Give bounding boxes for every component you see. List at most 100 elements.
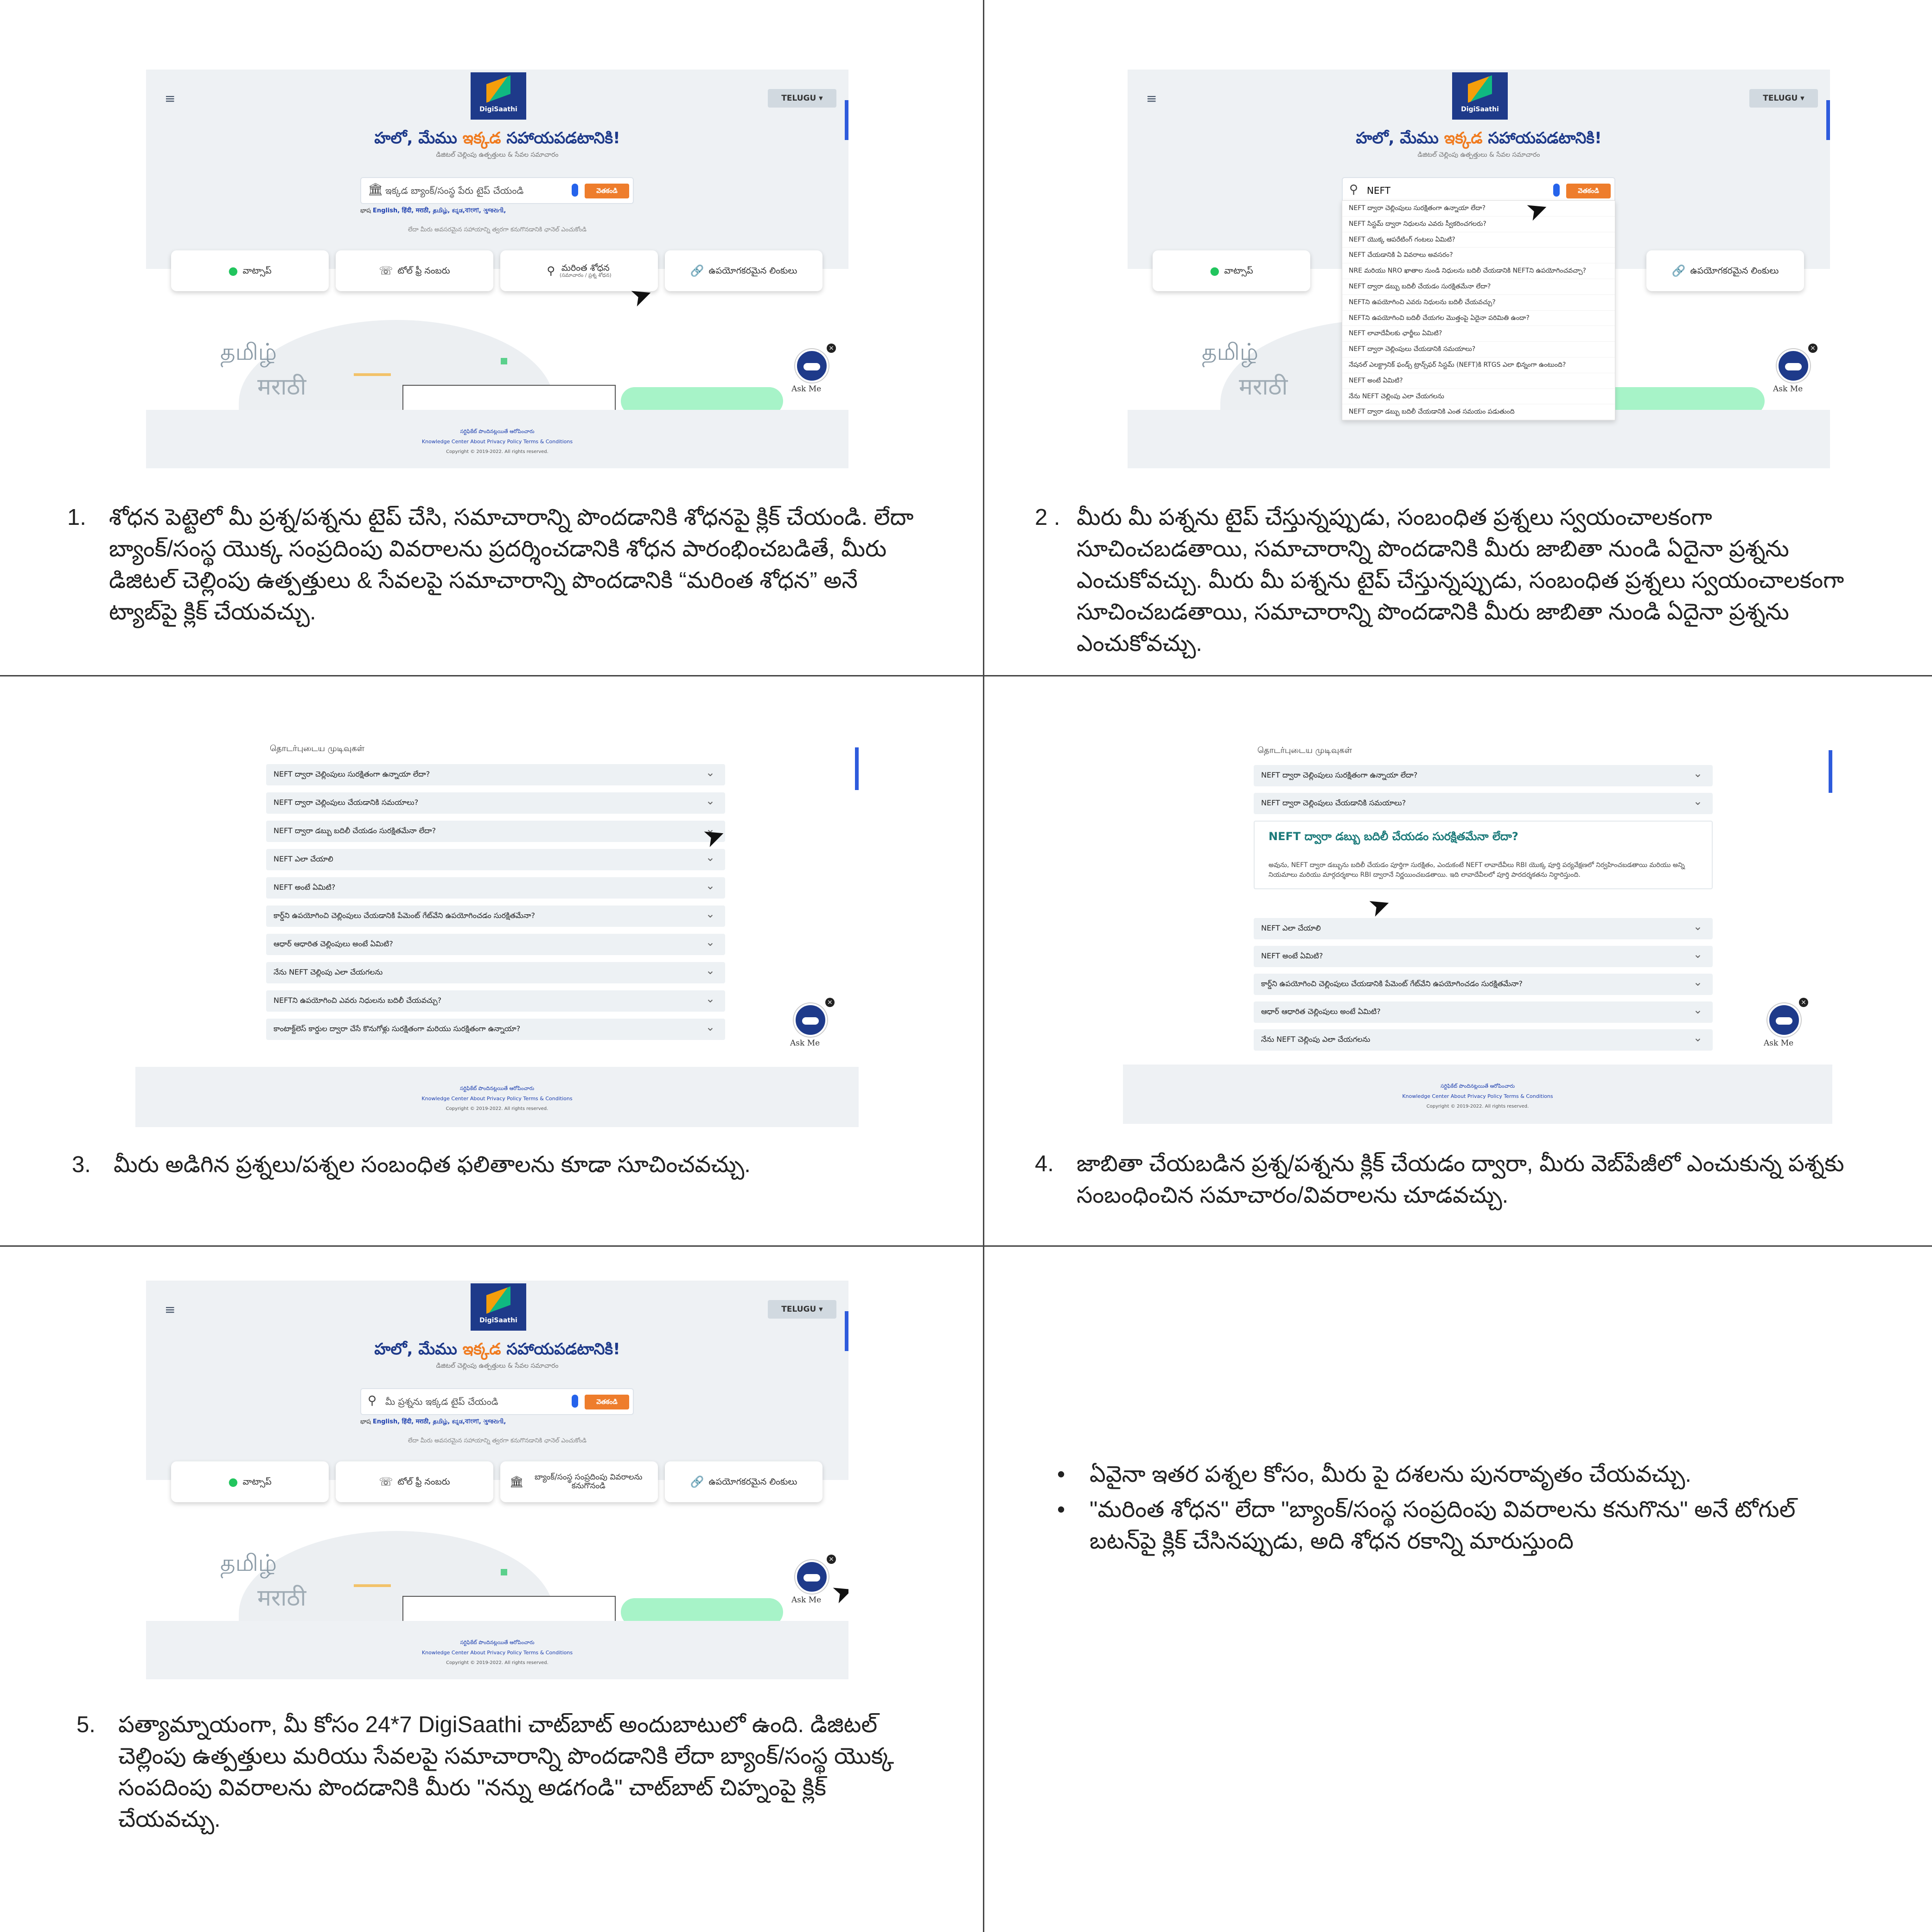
link-icon: 🔗 — [690, 1475, 704, 1488]
scrollbar[interactable] — [845, 1311, 848, 1351]
footer: సర్టిఫికేట్ పొందినట్లయితే ఆరోపించారు Know… — [146, 410, 848, 468]
faq-item[interactable]: ఆధార్ ఆధారిత చెల్లింపులు అంటే ఏమిటి? — [266, 934, 725, 955]
suggestion-item[interactable]: నేషనల్ ఎలక్ట్రానిక్ ఫండ్స్ ట్రాన్స్‌ఫర్ … — [1342, 357, 1615, 373]
faq-item[interactable]: కార్డ్‌ని ఉపయోగించి చెల్లింపులు చేయడానిక… — [1254, 974, 1713, 995]
faq-item[interactable]: NEFT అంటే ఏమిటి? — [1254, 946, 1713, 967]
hero-subtitle: డిజిటల్ చెల్లింపు ఉత్పత్తులు & సేవల సమాచ… — [1417, 151, 1540, 159]
useful-links-button[interactable]: 🔗 ఉపయోగకరమైన లింకులు — [665, 1461, 823, 1502]
menu-icon[interactable]: ≡ — [1146, 91, 1157, 106]
faq-item[interactable]: నేను NEFT చెల్లింపు ఎలా చేయగలను — [266, 962, 725, 983]
search-button[interactable]: వెతకండి — [1566, 184, 1611, 198]
notes-list: • ఏవైనా ఇతర పశ్నల కోసం, మీరు పై దశలను పున… — [1057, 1459, 1813, 1557]
faq-item[interactable]: NEFT ఎలా చేయాలి — [266, 849, 725, 870]
faq-item[interactable]: NEFT ద్వారా డబ్బు బదిలీ చేయడం సురక్షితమే… — [266, 821, 725, 842]
tollfree-button[interactable]: ☏ టోల్ ఫ్రీ నంబరు — [336, 1461, 493, 1502]
suggestion-item[interactable]: NEFTని ఉపయోగించి బదిలీ చేయగల మొత్తంపై ఏద… — [1342, 311, 1615, 326]
digisaathi-logo: DigiSaathi — [471, 1283, 526, 1331]
search-input[interactable]: ఇక్కడ బ్యాంక్/సంస్థ పేరు టైప్ చేయండి — [385, 185, 523, 198]
search-input[interactable]: NEFT — [1367, 185, 1390, 196]
search-input[interactable]: మీ ప్రశ్నను ఇక్కడ టైప్ చేయండి — [385, 1396, 498, 1409]
search-button[interactable]: వెతకండి — [585, 1395, 629, 1409]
faq-item[interactable]: NEFTని ఉపయోగించి ఎవరు నిధులను బదిలీ చేయవ… — [266, 990, 725, 1012]
note-item: • ఏవైనా ఇతర పశ్నల కోసం, మీరు పై దశలను పున… — [1057, 1462, 1691, 1487]
scrollbar[interactable] — [845, 100, 848, 140]
suggestion-item[interactable]: NEFT సిస్టమ్ ద్వారా నిధులను ఎవరు స్వీకరి… — [1342, 217, 1615, 232]
footer-links[interactable]: Knowledge Center About Privacy Policy Te… — [1123, 1091, 1832, 1102]
microphone-icon[interactable] — [1553, 184, 1560, 197]
suggestion-item[interactable]: నేను NEFT చెల్లింపు ఎలా చేయగలను — [1342, 389, 1615, 405]
hero-title: హలో, మేము ఇక్కడ సహాయపడటానికి! — [374, 1340, 620, 1358]
suggestion-dropdown[interactable]: NEFT ద్వారా చెల్లింపులు సురక్షితంగా ఉన్న… — [1342, 200, 1615, 421]
scrollbar[interactable] — [1829, 750, 1832, 793]
footer-links[interactable]: Knowledge Center About Privacy Policy Te… — [146, 437, 848, 447]
ask-me-chatbot[interactable]: × Ask Me — [784, 998, 835, 1051]
faq-item-expanded[interactable]: NEFT ద్వారా డబ్బు బదిలీ చేయడం సురక్షితమే… — [1254, 821, 1713, 889]
faq-item[interactable]: NEFT ద్వారా చెల్లింపులు సురక్షితంగా ఉన్న… — [266, 764, 725, 785]
suggestion-item[interactable]: NRE మరియు NRO ఖాతాల నుండి నిధులను బదిలీ … — [1342, 263, 1615, 279]
close-icon[interactable]: × — [1808, 344, 1817, 353]
language-dropdown[interactable]: TELUGU ▾ — [768, 89, 836, 108]
suggestion-item[interactable]: NEFTని ఉపయోగించి ఎవరు నిధులను బదిలీ చేయవ… — [1342, 295, 1615, 311]
suggestion-item[interactable]: NEFT యొక్క ఆపరేటింగ్ గంటలు ఏమిటి? — [1342, 232, 1615, 248]
scrollbar[interactable] — [855, 747, 859, 790]
suggestion-item[interactable]: NEFT ద్వారా చెల్లింపులు చేయడానికి సమయాలు… — [1342, 342, 1615, 357]
whatsapp-button[interactable]: ● వాట్సాప్ — [171, 250, 329, 291]
useful-links-button[interactable]: 🔗 ఉపయోగకరమైన లింకులు — [1646, 250, 1804, 291]
tollfree-button[interactable]: ☏ టోల్ ఫ్రీ నంబరు — [336, 250, 493, 291]
search-box[interactable]: 🏛 ఇక్కడ బ్యాంక్/సంస్థ పేరు టైప్ చేయండి వ… — [360, 177, 634, 204]
faq-item[interactable]: NEFT ఎలా చేయాలి — [1254, 918, 1713, 939]
whatsapp-button[interactable]: ● వాట్సాప్ — [1153, 250, 1310, 291]
suggestion-item[interactable]: NEFT లావాదేవీలకు ఛార్జీలు ఏమిటి? — [1342, 326, 1615, 342]
bank-icon: 🏛 — [368, 183, 383, 197]
close-icon[interactable]: × — [1799, 998, 1808, 1007]
faq-item[interactable]: NEFT ద్వారా చెల్లింపులు చేయడానికి సమయాలు… — [1254, 793, 1713, 814]
screenshot-2: ≡ DigiSaathi TELUGU ▾ హలో, మేము ఇక్కడ సహ… — [1128, 70, 1830, 468]
footer: సర్టిఫికేట్ పొందినట్లయితే ఆరోపించారు Know… — [1123, 1065, 1832, 1124]
language-dropdown[interactable]: TELUGU ▾ — [1749, 89, 1818, 108]
useful-links-button[interactable]: 🔗 ఉపయోగకరమైన లింకులు — [665, 250, 823, 291]
screenshot-3: தொடர்புடைய முடிவுகள் NEFT ద్వారా చెల్లిం… — [135, 731, 859, 1127]
ask-me-chatbot[interactable]: × Ask Me — [1767, 344, 1818, 396]
faq-item[interactable]: NEFT ద్వారా చెల్లింపులు సురక్షితంగా ఉన్న… — [1254, 765, 1713, 786]
suggestion-item[interactable]: NEFT అంటే ఏమిటి? — [1342, 373, 1615, 389]
link-icon: 🔗 — [690, 264, 704, 277]
channel-buttons: ● వాట్సాప్ ☏ టోల్ ఫ్రీ నంబరు ⚲ మరింత శోధన (స… — [171, 250, 825, 293]
bank-contact-button[interactable]: 🏛 బ్యాంక్/సంస్థ సంప్రదింపు వివరాలను కనుగొ… — [500, 1461, 658, 1502]
faq-item[interactable]: నేను NEFT చెల్లింపు ఎలా చేయగలను — [1254, 1029, 1713, 1051]
language-links[interactable]: భాష English, हिंदी, मराठी, தமிழ், ಕನ್ನಡ,… — [360, 206, 506, 216]
faq-item[interactable]: NEFT ద్వారా చెల్లింపులు చేయడానికి సమయాలు… — [266, 792, 725, 814]
faq-item[interactable]: కార్డ్‌ని ఉపయోగించి చెల్లింపులు చేయడానిక… — [266, 905, 725, 927]
footer-links[interactable]: Knowledge Center About Privacy Policy Te… — [135, 1094, 859, 1104]
search-box[interactable]: ⚲ మీ ప్రశ్నను ఇక్కడ టైప్ చేయండి వెతకండి — [360, 1388, 634, 1415]
menu-icon[interactable]: ≡ — [165, 1302, 175, 1317]
chatbot-icon — [1777, 349, 1810, 383]
ask-me-chatbot[interactable]: × Ask Me — [1758, 998, 1809, 1051]
search-icon: ⚲ — [1349, 183, 1358, 197]
microphone-icon[interactable] — [572, 184, 578, 197]
ask-me-chatbot[interactable]: × Ask Me — [786, 344, 837, 396]
microphone-icon[interactable] — [572, 1395, 578, 1408]
footer-links[interactable]: Knowledge Center About Privacy Policy Te… — [146, 1648, 848, 1658]
language-dropdown[interactable]: TELUGU ▾ — [768, 1300, 836, 1319]
suggestion-item[interactable]: NEFT ద్వారా చెల్లింపులు సురక్షితంగా ఉన్న… — [1342, 201, 1615, 217]
scrollbar[interactable] — [1826, 100, 1830, 140]
faq-item[interactable]: NEFT అంటే ఏమిటి? — [266, 877, 725, 899]
channel-hint: లేదా మీరు అవసరమైన సహాయాన్ని త్వరగా కనుగొ… — [408, 1437, 587, 1444]
suggestion-item[interactable]: NEFT చేయడానికి ఏ వివరాలు అవసరం? — [1342, 248, 1615, 264]
language-links[interactable]: భాష English, हिंदी, मराठी, தமிழ், ಕನ್ನಡ,… — [360, 1417, 506, 1427]
whatsapp-icon: ● — [1210, 264, 1220, 277]
bank-icon: 🏛 — [510, 1475, 524, 1488]
chatbot-icon — [1767, 1003, 1801, 1037]
faq-item[interactable]: ఆధార్ ఆధారిత చెల్లింపులు అంటే ఏమిటి? — [1254, 1001, 1713, 1023]
search-button[interactable]: వెతకండి — [585, 184, 629, 198]
close-icon[interactable]: × — [825, 998, 835, 1007]
faq-item[interactable]: కాంటాక్ట్‌లెస్ కార్డుల ద్వారా చేసే కొనుగ… — [266, 1019, 725, 1040]
menu-icon[interactable]: ≡ — [165, 91, 175, 106]
close-icon[interactable]: × — [827, 1555, 836, 1564]
suggestion-item[interactable]: NEFT ద్వారా డబ్బు బదిలీ చేయడానికి ఎంత సమ… — [1342, 404, 1615, 421]
close-icon[interactable]: × — [827, 344, 836, 353]
whatsapp-button[interactable]: ● వాట్సాప్ — [171, 1461, 329, 1502]
suggestion-item[interactable]: NEFT ద్వారా డబ్బు బదిలీ చేయడం సురక్షితమే… — [1342, 279, 1615, 295]
digisaathi-logo: DigiSaathi — [1452, 72, 1508, 120]
digisaathi-logo: DigiSaathi — [471, 72, 526, 120]
